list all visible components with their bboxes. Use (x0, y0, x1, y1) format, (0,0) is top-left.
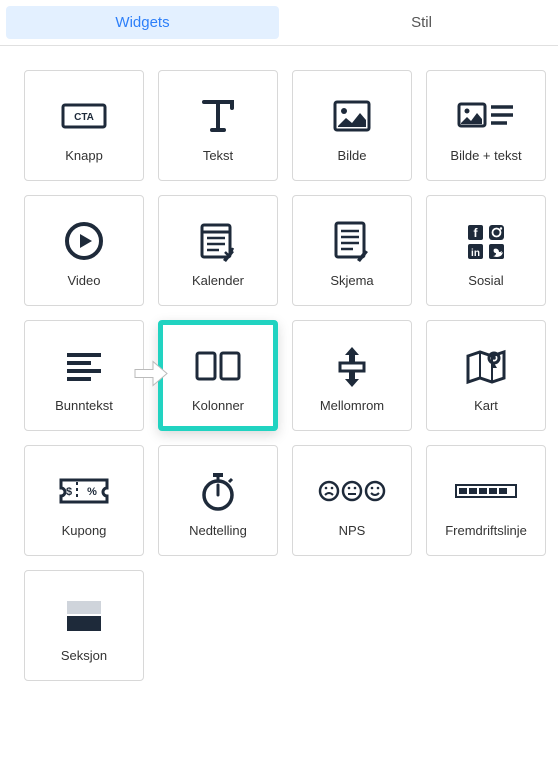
widget-bilde-tekst[interactable]: Bilde + tekst (426, 70, 546, 181)
widget-bunntekst[interactable]: Bunntekst (24, 320, 144, 431)
tabs: Widgets Stil (0, 0, 558, 46)
widget-fremdriftslinje[interactable]: Fremdriftslinje (426, 445, 546, 556)
widget-label: Seksjon (61, 648, 107, 663)
tab-widgets[interactable]: Widgets (6, 6, 279, 39)
footer-text-icon (63, 339, 105, 394)
svg-text:$: $ (66, 486, 72, 498)
widget-label: Mellomrom (320, 398, 384, 413)
widget-label: Video (67, 273, 100, 288)
widget-label: Kalender (192, 273, 244, 288)
stopwatch-icon (199, 464, 237, 519)
image-icon (332, 89, 372, 144)
progress-bar-icon (454, 464, 518, 519)
widget-label: Tekst (203, 148, 233, 163)
widget-label: Nedtelling (189, 523, 247, 538)
widget-kolonner[interactable]: Kolonner (158, 320, 278, 431)
widget-label: Kolonner (192, 398, 244, 413)
widget-label: NPS (339, 523, 366, 538)
form-icon (333, 214, 371, 269)
spacing-icon (334, 339, 370, 394)
svg-text:in: in (471, 248, 480, 259)
widget-label: Kupong (62, 523, 107, 538)
video-play-icon (63, 214, 105, 269)
widget-bilde[interactable]: Bilde (292, 70, 412, 181)
widget-knapp[interactable]: CTA Knapp (24, 70, 144, 181)
svg-text:%: % (87, 486, 97, 498)
widget-label: Bunntekst (55, 398, 113, 413)
map-icon (464, 339, 508, 394)
nps-faces-icon (317, 464, 387, 519)
section-icon (63, 589, 105, 644)
calendar-icon (199, 214, 237, 269)
image-text-icon (457, 89, 515, 144)
widget-kalender[interactable]: Kalender (158, 195, 278, 306)
widget-grid: CTA Knapp Tekst Bilde Bilde + tekst Vide… (0, 46, 558, 705)
widget-label: Sosial (468, 273, 503, 288)
widget-label: Fremdriftslinje (445, 523, 527, 538)
widget-label: Kart (474, 398, 498, 413)
tab-stil[interactable]: Stil (285, 0, 558, 45)
widget-kart[interactable]: Kart (426, 320, 546, 431)
coupon-icon: $% (57, 464, 111, 519)
svg-text:CTA: CTA (74, 112, 94, 123)
widget-label: Skjema (330, 273, 373, 288)
widget-mellomrom[interactable]: Mellomrom (292, 320, 412, 431)
text-icon (198, 89, 238, 144)
widget-tekst[interactable]: Tekst (158, 70, 278, 181)
widget-nps[interactable]: NPS (292, 445, 412, 556)
widget-video[interactable]: Video (24, 195, 144, 306)
widget-nedtelling[interactable]: Nedtelling (158, 445, 278, 556)
widget-label: Knapp (65, 148, 103, 163)
widget-label: Bilde (338, 148, 367, 163)
widget-seksjon[interactable]: Seksjon (24, 570, 144, 681)
widget-sosial[interactable]: f in Sosial (426, 195, 546, 306)
widget-label: Bilde + tekst (450, 148, 521, 163)
widget-skjema[interactable]: Skjema (292, 195, 412, 306)
widget-kupong[interactable]: $% Kupong (24, 445, 144, 556)
cta-button-icon: CTA (60, 89, 108, 144)
columns-icon (193, 339, 243, 394)
social-icon: f in (464, 214, 508, 269)
